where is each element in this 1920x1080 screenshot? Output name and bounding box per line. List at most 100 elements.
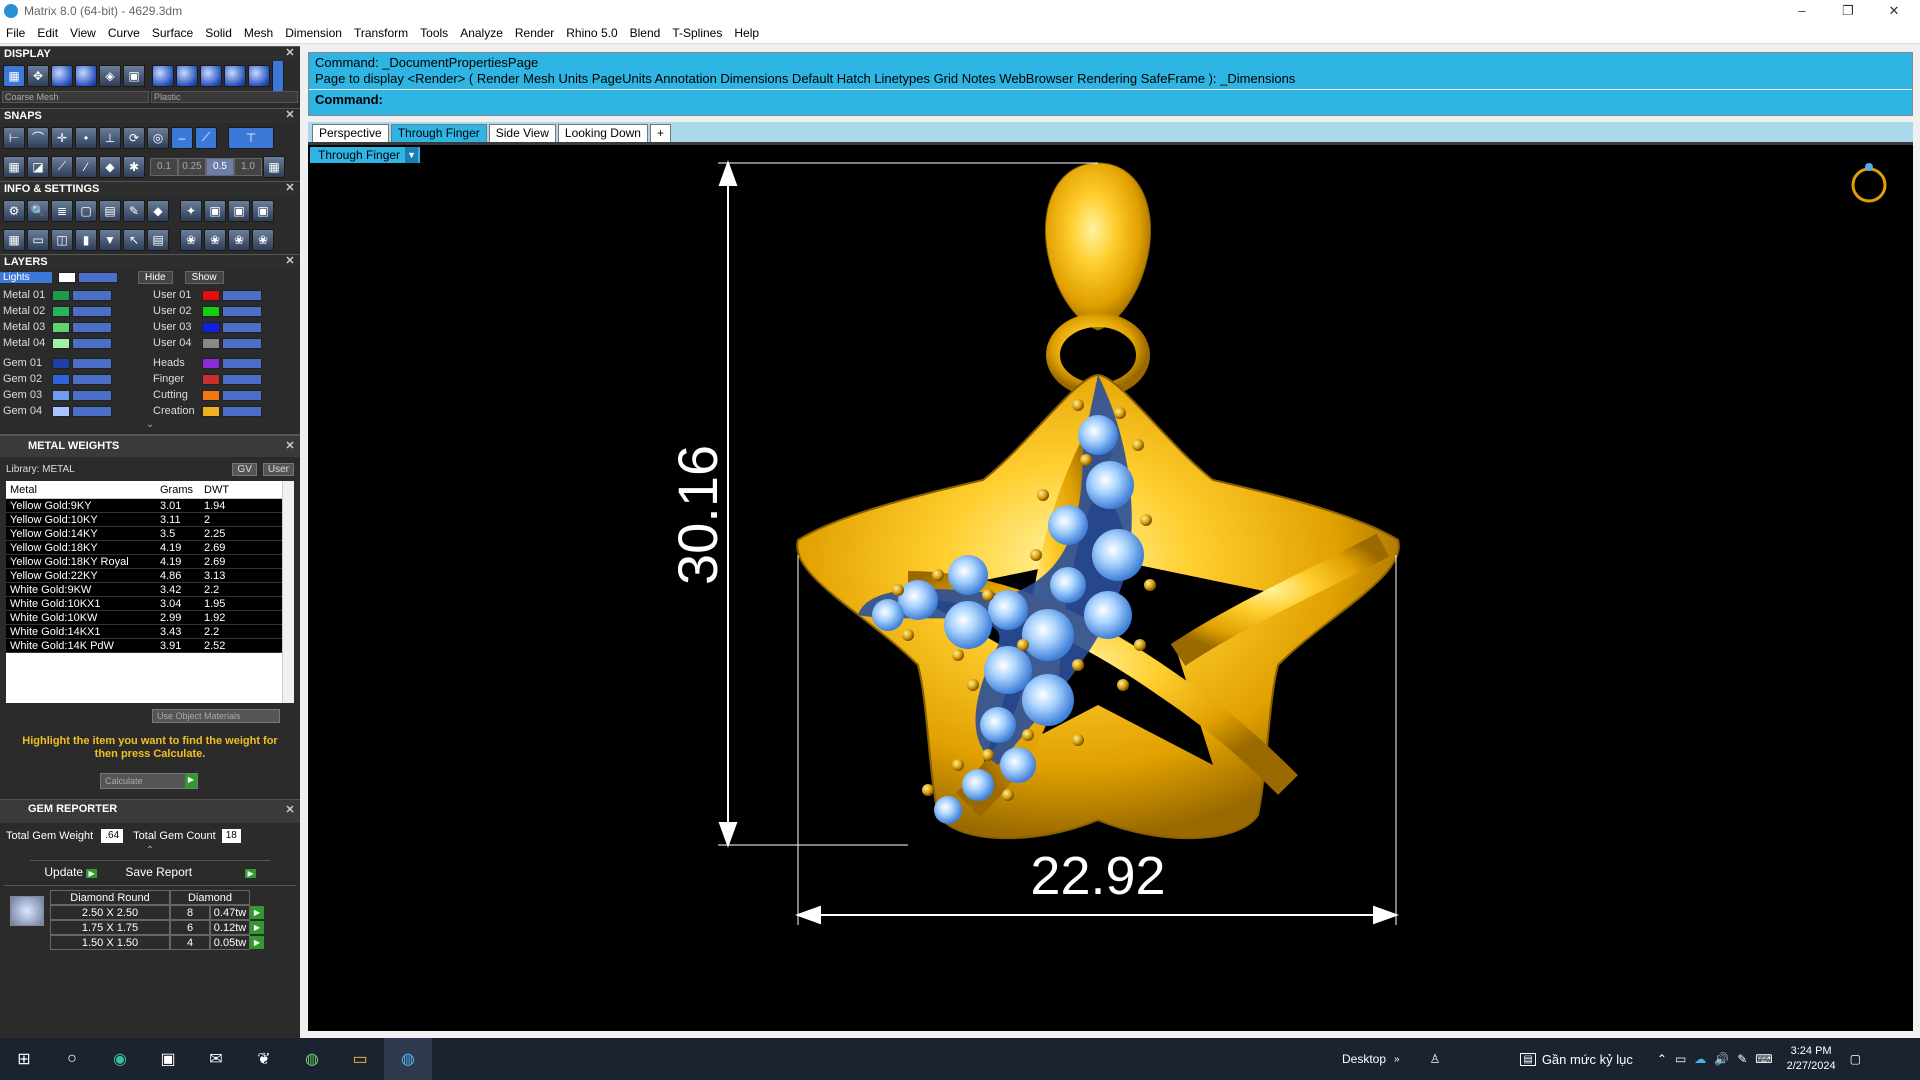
mail-icon[interactable]: ✉ xyxy=(192,1038,240,1080)
material-ball-4[interactable] xyxy=(224,65,246,87)
layer-name[interactable]: Gem 03 xyxy=(0,389,52,401)
layer-color-swatch[interactable] xyxy=(52,289,70,301)
layer-name[interactable]: Metal 04 xyxy=(0,337,52,349)
layer-name[interactable]: Metal 02 xyxy=(0,305,52,317)
filter-icon[interactable]: ▼ xyxy=(99,228,121,251)
desktop-toolbar[interactable]: Desktop xyxy=(1342,1052,1386,1066)
export-icon[interactable]: ▣ xyxy=(252,199,274,222)
menu-edit[interactable]: Edit xyxy=(31,26,64,40)
material-ball-1[interactable] xyxy=(152,65,174,87)
material-ball-5[interactable] xyxy=(248,65,270,87)
layer-color-swatch[interactable] xyxy=(202,305,220,317)
tab-perspective[interactable]: Perspective xyxy=(312,124,389,142)
ring-orientation-icon[interactable] xyxy=(1851,163,1887,203)
zoom-window-icon[interactable]: ❀ xyxy=(228,228,250,251)
select-gems-button[interactable]: ▶ xyxy=(250,936,264,949)
layer-color-swatch[interactable] xyxy=(202,389,220,401)
file-explorer-icon[interactable]: ▭ xyxy=(336,1038,384,1080)
record-history-icon[interactable]: ✱ xyxy=(123,155,145,178)
menu-dimension[interactable]: Dimension xyxy=(279,26,348,40)
layer-controls[interactable] xyxy=(222,289,262,301)
smart-track-icon[interactable]: ⁄ xyxy=(75,155,97,178)
snap-point-icon[interactable]: ✛ xyxy=(51,126,73,149)
menu-blend[interactable]: Blend xyxy=(624,26,667,40)
volume-icon[interactable]: 🔊 xyxy=(1714,1052,1729,1066)
lock-icon[interactable]: ▣ xyxy=(204,199,226,222)
news-icon[interactable]: ▤ xyxy=(1520,1052,1536,1066)
active-app-icon[interactable]: ◍ xyxy=(384,1038,432,1080)
snap-int-icon[interactable]: ⟋ xyxy=(195,126,217,149)
tab-looking-down[interactable]: Looking Down xyxy=(557,124,648,142)
snap-value-1.0[interactable]: 1.0 xyxy=(234,157,262,176)
grid-snap-icon[interactable]: ▦ xyxy=(3,155,25,178)
layer-controls[interactable] xyxy=(222,337,262,349)
snap-center-icon[interactable]: ◎ xyxy=(147,126,169,149)
table-row[interactable]: Yellow Gold:22KY 4.86 3.13 xyxy=(6,569,294,583)
snap-tan-icon[interactable]: ⟳ xyxy=(123,126,145,149)
mesh-quality-select[interactable]: Coarse Mesh xyxy=(2,91,149,103)
layer-controls[interactable] xyxy=(72,405,112,417)
layer-name[interactable]: Metal 03 xyxy=(0,321,52,333)
close-icon[interactable]: ✕ xyxy=(284,47,296,59)
keyboard-icon[interactable]: ⌨ xyxy=(1755,1052,1772,1066)
news-widget[interactable]: Gần mức kỷ lục xyxy=(1542,1052,1633,1067)
add-tab-button[interactable]: + xyxy=(649,124,671,142)
snap-dot-icon[interactable]: ✦ xyxy=(180,199,202,222)
menu-help[interactable]: Help xyxy=(728,26,765,40)
layer-name[interactable]: Finger xyxy=(150,373,202,385)
move-view-button[interactable]: ✥ xyxy=(27,65,49,87)
clock[interactable]: 3:24 PM 2/27/2024 xyxy=(1787,1044,1836,1074)
rhino-icon[interactable]: ❦ xyxy=(240,1038,288,1080)
menu-file[interactable]: File xyxy=(0,26,31,40)
chevron-right-icon[interactable]: » xyxy=(1394,1054,1400,1065)
settings-icon[interactable]: ⚙ xyxy=(3,199,25,222)
search-icon[interactable]: ○ xyxy=(48,1038,96,1080)
gem-slider[interactable]: ⌃ xyxy=(30,845,270,861)
save-report-button[interactable]: Save Report ▶ xyxy=(125,865,256,879)
lights-layer-swatch[interactable] xyxy=(58,271,76,283)
snap-end-icon[interactable]: ⊢ xyxy=(3,126,25,149)
layer-color-swatch[interactable] xyxy=(202,405,220,417)
layer-name[interactable]: User 03 xyxy=(150,321,202,333)
planar-icon[interactable]: ◪ xyxy=(27,155,49,178)
command-prompt[interactable]: Command: xyxy=(309,92,1912,108)
close-button[interactable]: ✕ xyxy=(1872,0,1916,22)
table-row[interactable]: White Gold:14K PdW 3.91 2.52 xyxy=(6,639,294,653)
ortho-icon[interactable]: ⟋ xyxy=(51,155,73,178)
layer-controls[interactable] xyxy=(72,305,112,317)
layer-name[interactable]: Gem 02 xyxy=(0,373,52,385)
zoom-icon[interactable]: 🔍 xyxy=(27,199,49,222)
close-icon[interactable]: ✕ xyxy=(284,255,296,267)
table-row[interactable]: Yellow Gold:10KY 3.11 2 xyxy=(6,513,294,527)
close-icon[interactable]: ✕ xyxy=(284,109,296,121)
layer-color-swatch[interactable] xyxy=(52,373,70,385)
layer-color-swatch[interactable] xyxy=(52,305,70,317)
layer-controls[interactable] xyxy=(72,337,112,349)
menu-surface[interactable]: Surface xyxy=(146,26,199,40)
metal-weights-table[interactable]: Metal Grams DWT Yellow Gold:9KY 3.01 1.94 … xyxy=(6,481,294,703)
unlock-icon[interactable]: ▣ xyxy=(228,199,250,222)
table-row[interactable]: Yellow Gold:14KY 3.5 2.25 xyxy=(6,527,294,541)
pen-icon[interactable]: ✎ xyxy=(1737,1052,1747,1066)
windows-start-icon[interactable]: ⊞ xyxy=(0,1038,48,1080)
snap-perp-icon[interactable]: ⊥ xyxy=(99,126,121,149)
layer-color-swatch[interactable] xyxy=(202,373,220,385)
table-scrollbar[interactable] xyxy=(282,481,294,703)
show-button[interactable]: Show xyxy=(184,270,224,284)
layer-name[interactable]: User 04 xyxy=(150,337,202,349)
tab-through-finger[interactable]: Through Finger xyxy=(390,124,487,142)
gem-icon[interactable]: ◆ xyxy=(147,199,169,222)
layers-icon[interactable]: ≣ xyxy=(51,199,73,222)
rendered-sphere-button[interactable] xyxy=(75,65,97,87)
menu-rhino[interactable]: Rhino 5.0 xyxy=(560,26,623,40)
table-row[interactable]: Yellow Gold:18KY Royal 4.19 2.69 xyxy=(6,555,294,569)
table-row[interactable]: Yellow Gold:18KY 4.19 2.69 xyxy=(6,541,294,555)
snap-value-0.1[interactable]: 0.1 xyxy=(150,157,178,176)
material-ball-2[interactable] xyxy=(176,65,198,87)
grid-icon[interactable]: ▦ xyxy=(3,228,25,251)
layer-controls[interactable] xyxy=(72,321,112,333)
select-icon[interactable]: ↖ xyxy=(123,228,145,251)
layers-expand-icon[interactable]: ⌄ xyxy=(0,419,300,435)
maximize-button[interactable]: ❐ xyxy=(1826,0,1870,22)
layer-name[interactable]: Metal 01 xyxy=(0,289,52,301)
